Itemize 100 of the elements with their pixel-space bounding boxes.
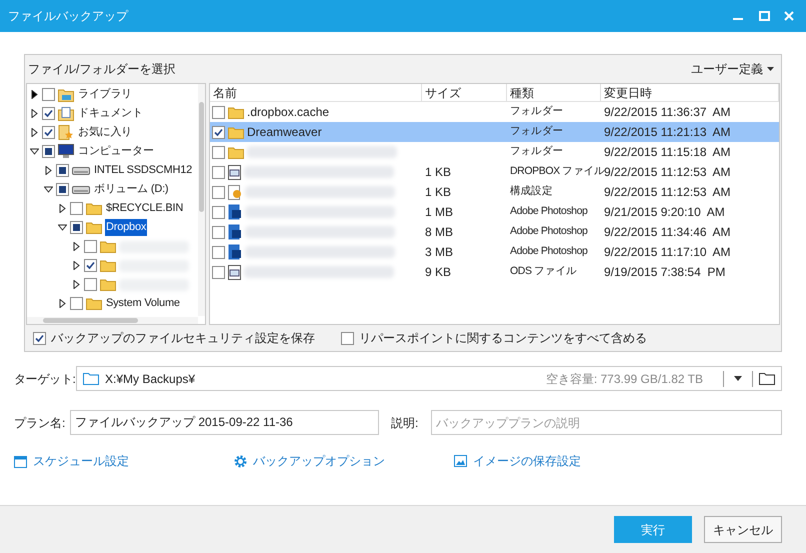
checkbox[interactable]	[42, 145, 55, 158]
expand-arrow-icon[interactable]	[58, 204, 67, 213]
checkbox[interactable]	[212, 106, 225, 118]
target-field[interactable]: X:¥My Backups¥ 空き容量: 773.99 GB/1.82 TB	[76, 366, 782, 391]
checkbox[interactable]	[212, 226, 225, 238]
tree-item[interactable]: Dropbox	[105, 219, 148, 236]
file-row[interactable]: Dreamweaver フォルダー 9/22/2015 11:21:13 AM	[210, 122, 779, 142]
checkbox[interactable]	[42, 126, 55, 139]
file-row[interactable]: 1 MB Adobe Photoshop 9/21/2015 9:20:10 AM	[210, 202, 779, 222]
expand-arrow-icon[interactable]	[72, 280, 81, 289]
tree-item[interactable]: コンピューター	[77, 143, 155, 160]
calendar-icon	[14, 454, 27, 468]
file-row[interactable]: .dropbox.cache フォルダー 9/22/2015 11:36:37 AM	[210, 102, 779, 122]
settings-link[interactable]: スケジュール設定	[14, 452, 234, 470]
expand-arrow-icon[interactable]	[72, 261, 81, 270]
image-icon	[454, 455, 467, 467]
description-field[interactable]: バックアッププランの説明	[431, 410, 782, 435]
checkbox[interactable]	[84, 278, 97, 291]
expand-arrow-icon[interactable]	[44, 166, 53, 175]
gear-icon	[234, 454, 247, 468]
checkbox[interactable]	[212, 186, 225, 198]
file-row[interactable]: 1 KB DROPBOX ファイル9/22/2015 11:12:53 AM	[210, 162, 779, 182]
modified-date: 9/21/2015 9:20:10 AM	[603, 204, 726, 221]
checkbox[interactable]	[212, 266, 225, 278]
file-row[interactable]: フォルダー 9/22/2015 11:15:18 AM	[210, 142, 779, 162]
maximize-icon[interactable]	[759, 11, 770, 21]
option-label: バックアップのファイルセキュリティ設定を保存	[51, 330, 315, 347]
settings-file-icon	[228, 184, 242, 200]
column-header[interactable]: 名前	[210, 84, 422, 101]
checkbox[interactable]	[212, 206, 225, 218]
file-size: 1 KB	[425, 164, 452, 181]
checkbox[interactable]	[70, 202, 83, 215]
collapse-arrow-icon[interactable]	[30, 147, 39, 156]
checkbox[interactable]	[33, 332, 46, 344]
file-size: 8 MB	[425, 224, 454, 241]
expand-arrow-icon[interactable]	[30, 109, 39, 118]
column-header[interactable]: サイズ	[422, 84, 507, 101]
checkbox[interactable]	[56, 164, 69, 177]
drive-icon	[72, 186, 90, 194]
file-row[interactable]: 9 KB ODS ファイル 9/19/2015 7:38:54 PM	[210, 262, 779, 282]
computer-icon	[58, 144, 74, 159]
tree-item[interactable]: ボリューム (D:)	[93, 181, 170, 198]
checkbox[interactable]	[70, 221, 83, 234]
checkbox[interactable]	[212, 246, 225, 258]
cancel-button[interactable]: キャンセル	[704, 516, 782, 543]
tree-item[interactable]: ドキュメント	[77, 105, 144, 122]
target-path: X:¥My Backups¥	[105, 370, 196, 388]
tree-item[interactable]: $RECYCLE.BIN	[105, 200, 184, 217]
tree-item[interactable]: ライブラリ	[77, 86, 134, 103]
checkbox[interactable]	[84, 240, 97, 253]
dropdown-icon[interactable]	[734, 376, 742, 381]
file-type: ODS ファイル	[510, 264, 576, 280]
view-dropdown[interactable]: ユーザー定義	[691, 60, 778, 78]
close-icon[interactable]	[784, 11, 794, 21]
file-row[interactable]: 3 MB Adobe Photoshop 9/22/2015 11:17:10 AM	[210, 242, 779, 262]
column-header[interactable]: 変更日時	[601, 84, 779, 101]
checkbox[interactable]	[56, 183, 69, 196]
expand-arrow-icon[interactable]	[30, 90, 39, 99]
collapse-arrow-icon[interactable]	[44, 185, 53, 194]
plan-name-label: プラン名:	[14, 414, 66, 432]
checkbox[interactable]	[84, 259, 97, 272]
checkbox[interactable]	[70, 297, 83, 310]
tree-item[interactable]: お気に入り	[77, 124, 134, 141]
file-size: 1 KB	[425, 184, 452, 201]
plan-name-field[interactable]: ファイルバックアップ 2015-09-22 11-36	[70, 410, 379, 435]
expand-arrow-icon[interactable]	[58, 299, 67, 308]
file-type: Adobe Photoshop	[510, 224, 588, 240]
window-title: ファイルバックアップ	[8, 8, 130, 25]
description-label: 説明:	[391, 414, 420, 432]
folder-icon	[100, 278, 116, 291]
settings-link[interactable]: イメージの保存設定	[454, 452, 674, 470]
file-icon	[228, 264, 241, 280]
checkbox[interactable]	[212, 146, 225, 158]
checkbox[interactable]	[341, 332, 354, 344]
file-type: フォルダー	[510, 124, 564, 140]
file-type: DROPBOX ファイル	[510, 164, 605, 180]
target-label: ターゲット:	[14, 370, 76, 388]
file-row[interactable]: 8 MB Adobe Photoshop 9/22/2015 11:34:46 AM	[210, 222, 779, 242]
tree-item[interactable]: INTEL SSDSCMH12	[93, 162, 194, 179]
collapse-arrow-icon[interactable]	[58, 223, 67, 232]
browse-folder-icon[interactable]	[759, 372, 775, 385]
file-type: フォルダー	[510, 144, 564, 160]
tree-item[interactable]: System Volume	[105, 295, 181, 312]
photoshop-file-icon	[228, 204, 242, 220]
folder-icon	[100, 240, 116, 253]
checkbox[interactable]	[42, 88, 55, 101]
modified-date: 9/22/2015 11:12:53 AM	[604, 164, 732, 181]
expand-arrow-icon[interactable]	[72, 242, 81, 251]
modified-date: 9/22/2015 11:12:53 AM	[603, 184, 732, 201]
folder-outline-icon	[83, 372, 99, 385]
checkbox[interactable]	[212, 166, 225, 178]
folder-icon	[86, 221, 102, 234]
settings-link[interactable]: バックアップオプション	[234, 452, 454, 470]
file-row[interactable]: 1 KB 構成設定 9/22/2015 11:12:53 AM	[210, 182, 779, 202]
checkbox[interactable]	[42, 107, 55, 120]
column-header[interactable]: 種類	[507, 84, 601, 101]
panel-title: ファイル/フォルダーを選択	[28, 61, 176, 78]
folder-icon	[228, 126, 244, 138]
checkbox[interactable]	[212, 126, 225, 138]
expand-arrow-icon[interactable]	[30, 128, 39, 137]
